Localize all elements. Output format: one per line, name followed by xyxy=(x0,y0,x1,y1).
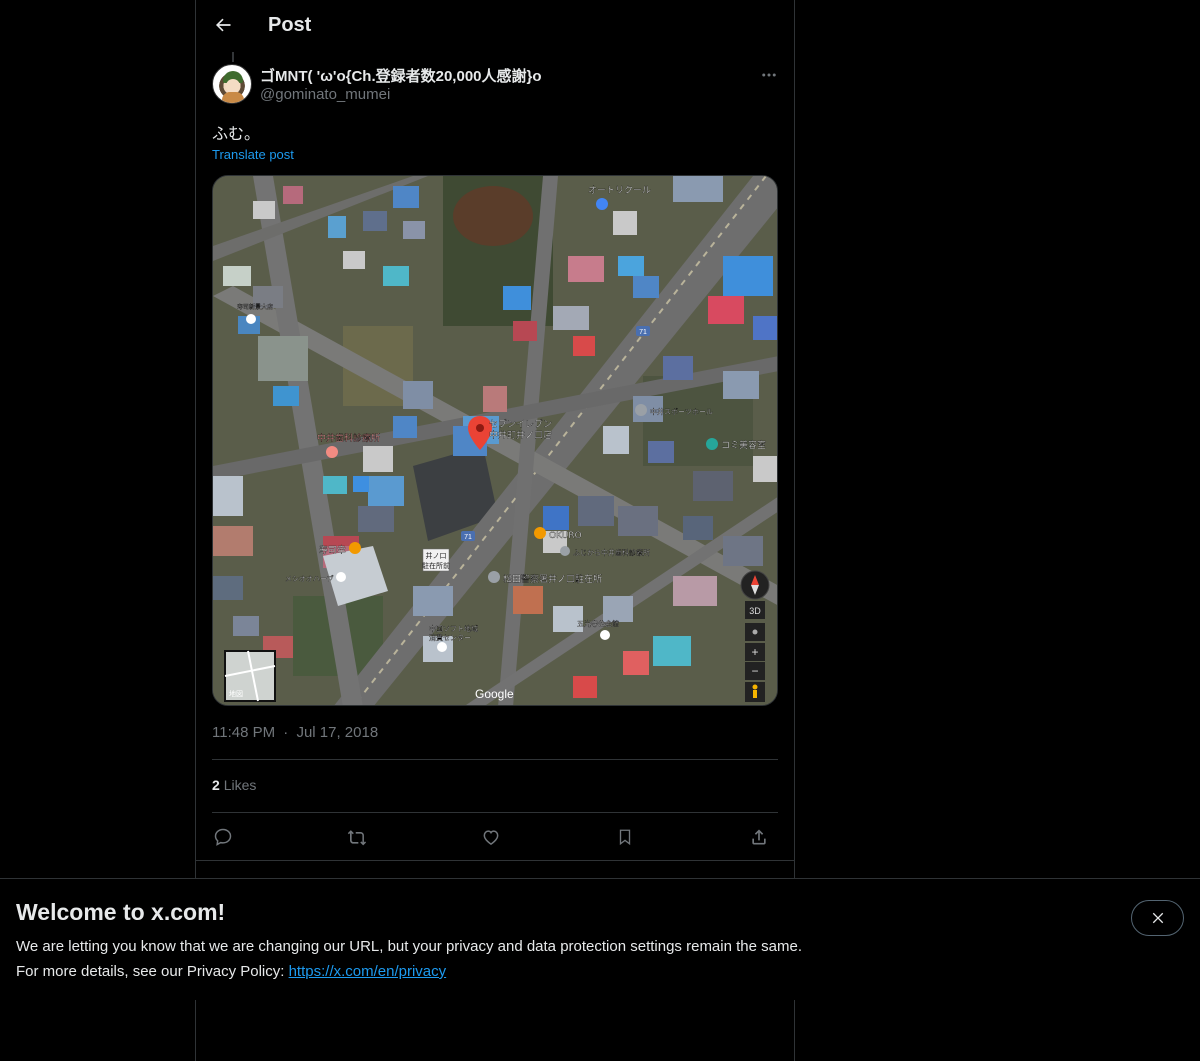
page-title: Post xyxy=(268,14,312,36)
bookmark-icon xyxy=(619,829,631,846)
svg-text:井ノ口: 井ノ口 xyxy=(426,551,447,560)
divider xyxy=(212,812,778,813)
map-label: 中井歯科診療所 xyxy=(317,432,380,444)
map-controls[interactable]: 3D + − xyxy=(740,570,770,702)
post-image-map[interactable]: 71 71 オートリクール 寿司新景大店 セブンイレブン 中井町井ノ口店 中井ス… xyxy=(212,175,778,706)
repost-icon xyxy=(347,830,367,846)
map-label: 松田警察署井ノ口駐在所 xyxy=(503,573,602,585)
post-header: Post xyxy=(196,0,794,54)
map-label: 中井町井ノ口店 xyxy=(489,429,552,441)
likes-count[interactable]: 2 Likes xyxy=(212,777,256,793)
svg-text:3D: 3D xyxy=(749,606,761,616)
more-icon xyxy=(762,73,776,77)
avatar[interactable] xyxy=(212,64,252,104)
reply-icon xyxy=(214,828,232,846)
svg-text:71: 71 xyxy=(639,329,647,336)
author-display-name[interactable]: ゴMNT( 'ω'o{Ch.登録者数20,000人感謝}o xyxy=(260,65,542,86)
map-label: コミ美容室 xyxy=(721,439,766,451)
author-handle[interactable]: @gominato_mumei xyxy=(260,86,390,103)
back-button[interactable] xyxy=(206,8,240,42)
map-label: 中井スポーツホール xyxy=(650,407,713,416)
map-label: OKURO xyxy=(549,531,582,541)
divider xyxy=(212,759,778,760)
satellite-map: 71 71 オートリクール 寿司新景大店 セブンイレブン 中井町井ノ口店 中井ス… xyxy=(213,176,777,705)
map-label: メシオオハーブ xyxy=(285,574,334,583)
like-icon xyxy=(483,830,499,845)
map-label: 中国ソフト地域 xyxy=(429,624,478,633)
map-label: ふじから中井歯科診療所 xyxy=(573,548,650,557)
more-button[interactable] xyxy=(758,64,780,86)
map-label: 寿司新景大店 xyxy=(237,303,273,311)
post-timestamp[interactable]: 11:48 PM · Jul 17, 2018 xyxy=(212,724,378,741)
post-text: ふむ。 xyxy=(212,126,261,143)
svg-text:+: + xyxy=(751,645,758,659)
post-actions xyxy=(212,822,778,852)
svg-text:−: − xyxy=(751,664,758,678)
welcome-banner: Welcome to x.com! We are letting you kno… xyxy=(0,878,1200,1000)
thread-line xyxy=(232,52,234,62)
banner-title: Welcome to x.com! xyxy=(16,899,226,925)
share-icon xyxy=(752,829,766,845)
translate-post-link[interactable]: Translate post xyxy=(212,147,294,162)
map-label: 五光寺公会館 xyxy=(577,619,619,628)
map-label: オートリクール xyxy=(588,185,651,196)
banner-privacy-line: For more details, see our Privacy Policy… xyxy=(16,963,447,980)
svg-text:駐在所前: 駐在所前 xyxy=(422,561,450,570)
back-arrow-icon xyxy=(216,18,231,32)
svg-text:地図: 地図 xyxy=(229,689,243,698)
svg-text:71: 71 xyxy=(464,534,472,541)
repost-button[interactable] xyxy=(344,824,370,850)
privacy-policy-link[interactable]: https://x.com/en/privacy xyxy=(289,963,447,980)
google-logo: Google xyxy=(475,687,514,701)
map-label: 消費センター xyxy=(429,633,471,642)
reply-button[interactable] xyxy=(210,824,236,850)
close-banner-button[interactable] xyxy=(1131,900,1184,936)
divider xyxy=(196,860,794,861)
share-button[interactable] xyxy=(746,824,772,850)
map-label: セブンイレブン xyxy=(489,418,552,430)
close-icon xyxy=(1152,912,1163,924)
banner-message: We are letting you know that we are chan… xyxy=(16,938,802,955)
bookmark-button[interactable] xyxy=(612,824,638,850)
map-label: 寿司幸 xyxy=(319,544,346,556)
like-button[interactable] xyxy=(478,824,504,850)
